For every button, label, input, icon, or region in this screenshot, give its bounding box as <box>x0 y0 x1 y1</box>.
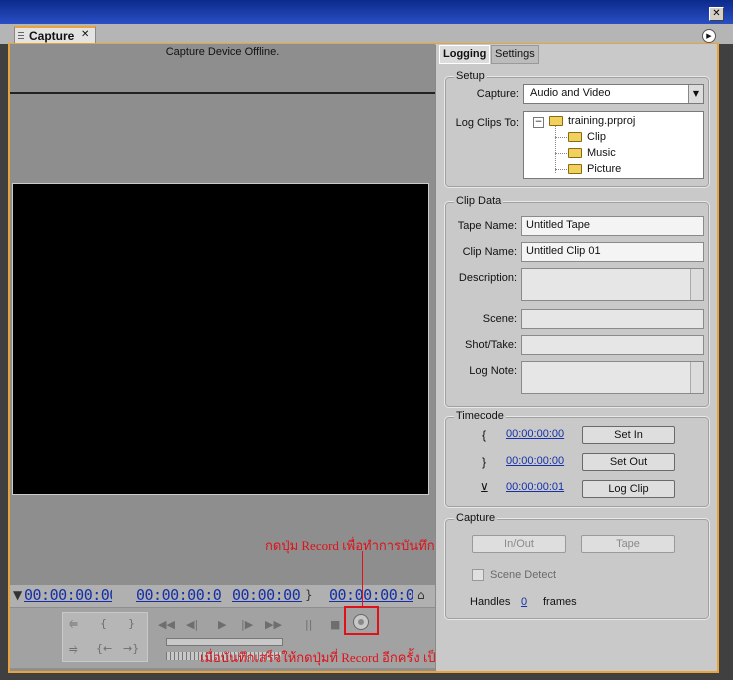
out-timecode[interactable]: 00:00:00:00 <box>506 455 564 467</box>
tab-logging[interactable]: Logging <box>439 45 491 64</box>
step-back-icon[interactable]: ◀| <box>186 618 198 631</box>
capture-select[interactable]: Audio and Video ▼ <box>523 84 704 104</box>
window-close-button[interactable]: ✕ <box>709 7 724 21</box>
scrollbar[interactable] <box>690 362 703 393</box>
scene-detect-checkbox[interactable] <box>472 569 484 581</box>
timecode-title: Timecode <box>454 410 506 422</box>
in-timecode[interactable]: 00:00:00:00 <box>506 428 564 440</box>
step-forward-icon[interactable]: |▶ <box>241 618 253 631</box>
rewind-icon[interactable]: ◀◀ <box>158 618 175 631</box>
in-point-icon: { <box>482 428 487 442</box>
scene-field[interactable] <box>521 309 704 329</box>
set-in-icon[interactable]: ⥢ <box>69 617 78 631</box>
divider <box>10 92 435 94</box>
collapse-icon[interactable]: − <box>533 117 544 128</box>
log-note-field[interactable] <box>521 361 704 394</box>
folder-icon <box>568 132 582 142</box>
record-annotation: กดปุ่ม Record เพื่อทำการบันทึก <box>265 538 435 553</box>
handles-value[interactable]: 0 <box>521 596 527 608</box>
grip-icon[interactable] <box>18 32 24 41</box>
tape-button[interactable]: Tape <box>581 535 675 553</box>
folder-icon <box>549 116 563 126</box>
tab-settings[interactable]: Settings <box>491 45 539 64</box>
out-point-icon: } <box>305 588 313 602</box>
capture-label: Capture: <box>476 88 519 100</box>
frames-label: frames <box>543 596 577 608</box>
log-clips-label: Log Clips To: <box>455 117 519 129</box>
chevron-down-icon[interactable]: ▼ <box>688 85 703 103</box>
panel-tab-strip <box>0 24 733 44</box>
in-out-button[interactable]: In/Out <box>472 535 566 553</box>
panel-menu-button[interactable]: ▶ <box>702 29 716 43</box>
shot-take-field[interactable] <box>521 335 704 355</box>
tab-capture[interactable]: Capture ✕ <box>14 26 96 44</box>
go-to-in-icon[interactable]: { <box>100 617 107 630</box>
tape-name-field[interactable]: Untitled Tape <box>521 216 704 236</box>
in-out-duration[interactable]: 00:00:00:00 <box>232 586 302 604</box>
clip-name-field[interactable]: Untitled Clip 01 <box>521 242 704 262</box>
annotation-pointer <box>362 551 363 607</box>
pause-icon[interactable]: || <box>305 618 312 631</box>
record-highlight <box>344 606 379 635</box>
window-title-bar <box>0 0 733 24</box>
log-note-label: Log Note: <box>469 365 517 377</box>
fast-forward-icon[interactable]: ▶▶ <box>265 618 282 631</box>
go-in-point-icon[interactable]: {← <box>96 642 112 655</box>
description-field[interactable] <box>521 268 704 301</box>
current-timecode[interactable]: 00:00:00:00 <box>24 586 112 604</box>
tree-item-music[interactable]: Music <box>587 147 616 159</box>
bin-tree[interactable]: − training.prproj Clip Music Picture <box>523 111 704 179</box>
go-out-point-icon[interactable]: →} <box>123 642 139 655</box>
play-icon[interactable]: ▶ <box>218 618 226 631</box>
tab-capture-label: Capture <box>29 29 75 43</box>
in-out-timecode[interactable]: 00:00:00:0 <box>136 586 233 604</box>
capture-value: Audio and Video <box>530 87 611 99</box>
set-out-icon[interactable]: ⥤ <box>69 642 78 656</box>
device-status: Capture Device Offline. <box>165 46 280 58</box>
scene-label: Scene: <box>482 313 517 325</box>
stop-icon[interactable]: ■ <box>330 618 340 631</box>
folder-icon <box>568 164 582 174</box>
capture-title: Capture <box>454 512 498 524</box>
set-in-button[interactable]: Set In <box>582 426 675 444</box>
handles-label: Handles <box>470 596 511 608</box>
setup-title: Setup <box>454 70 487 82</box>
tree-item-clip[interactable]: Clip <box>587 131 606 143</box>
scrollbar[interactable] <box>690 269 703 300</box>
set-out-button[interactable]: Set Out <box>582 453 675 471</box>
duration-timecode[interactable]: 00:00:00:01 <box>506 481 564 493</box>
folder-icon <box>568 148 582 158</box>
tree-item-picture[interactable]: Picture <box>587 163 621 175</box>
clip-name-label: Clip Name: <box>462 246 517 258</box>
go-to-out-icon[interactable]: } <box>128 617 135 630</box>
log-clip-button[interactable]: Log Clip <box>582 480 675 498</box>
description-label: Description: <box>458 272 517 284</box>
jog-slider[interactable] <box>166 638 283 646</box>
tab-close-button[interactable]: ✕ <box>81 29 89 40</box>
out-point-icon: } <box>482 455 487 469</box>
tape-name-label: Tape Name: <box>457 220 517 232</box>
video-preview <box>12 183 429 495</box>
timecode-menu-icon[interactable]: ▼ <box>13 588 22 602</box>
tree-root[interactable]: training.prproj <box>568 115 635 127</box>
clip-data-title: Clip Data <box>454 195 504 207</box>
duration-icon: ⊻ <box>480 481 489 495</box>
duration-timecode[interactable]: 00:00:00:01 <box>329 586 413 604</box>
scene-detect-label: Scene Detect <box>490 569 557 581</box>
shot-take-label: Shot/Take: <box>465 339 517 351</box>
duration-icon: ⌂ <box>417 588 425 602</box>
